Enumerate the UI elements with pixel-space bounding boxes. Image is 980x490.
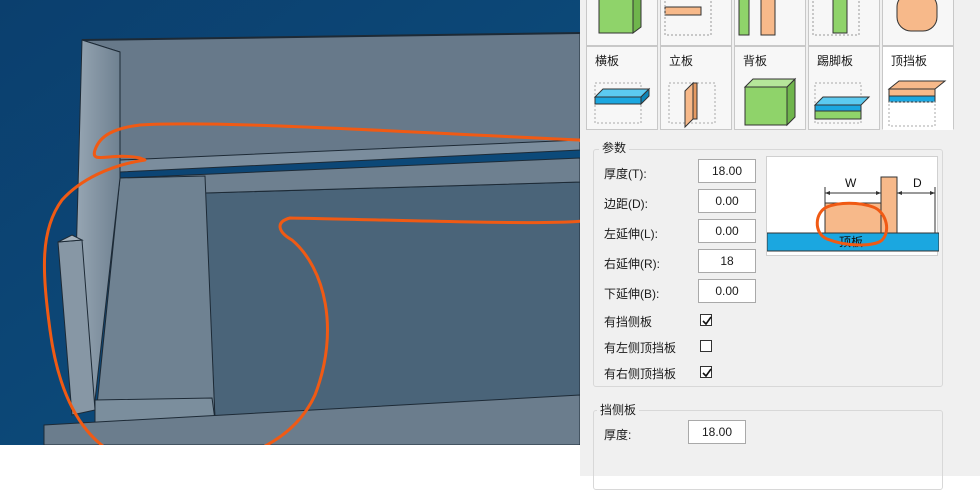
property-panel: 横板 立板 背板 踢脚板 顶挡板 参数 厚度(T): 18.00 边距(D): … <box>580 0 980 490</box>
checkmark-icon <box>702 368 712 378</box>
tab-top-4[interactable] <box>808 0 880 46</box>
tab-back-board[interactable]: 背板 <box>734 46 806 130</box>
thickness-input[interactable]: 18.00 <box>698 159 756 183</box>
left-extend-input[interactable]: 0.00 <box>698 219 756 243</box>
has-side-board-checkbox[interactable] <box>700 314 712 326</box>
vertical-board-icon <box>738 0 776 36</box>
green-cube-icon <box>598 0 642 34</box>
bottom-extend-input[interactable]: 0.00 <box>698 279 756 303</box>
side-board-group <box>593 410 943 490</box>
has-side-board-label: 有挡侧板 <box>604 315 653 329</box>
tab-top-1[interactable] <box>586 0 658 46</box>
horizontal-board-icon <box>664 0 712 36</box>
3d-viewport[interactable] <box>0 0 580 445</box>
cylinder-board-icon <box>896 0 938 32</box>
has-right-top-baffle-checkbox[interactable] <box>700 366 712 378</box>
params-group-title: 参数 <box>599 139 630 156</box>
parameter-diagram: W D 顶板 <box>766 156 940 256</box>
d-label: D <box>913 176 922 190</box>
right-extend-input[interactable]: 18 <box>698 249 756 273</box>
top-baffle-icon <box>887 80 947 127</box>
tab-top-3[interactable] <box>734 0 806 46</box>
left-extend-label: 左延伸(L): <box>604 227 659 241</box>
cabinet-model-view[interactable] <box>0 0 580 445</box>
checkmark-icon <box>702 316 712 326</box>
bottom-extend-label: 下延伸(B): <box>604 287 660 301</box>
tab-vertical-board[interactable]: 立板 <box>660 46 732 130</box>
side-board-group-title: 挡侧板 <box>597 401 640 418</box>
tab-kick-board[interactable]: 踢脚板 <box>808 46 880 130</box>
tab-horizontal-board[interactable]: 横板 <box>586 46 658 130</box>
dashed-board-icon <box>812 0 860 36</box>
green-back-board-icon <box>743 77 797 127</box>
tab-top-2[interactable] <box>660 0 732 46</box>
tab-top-baffle[interactable]: 顶挡板 <box>882 46 954 130</box>
has-right-top-baffle-label: 有右侧顶挡板 <box>604 367 677 381</box>
right-extend-label: 右延伸(R): <box>604 257 660 271</box>
has-left-top-baffle-label: 有左侧顶挡板 <box>604 341 677 355</box>
bottom-panel <box>204 181 580 421</box>
thickness-label: 厚度(T): <box>604 167 647 181</box>
orange-vertical-board-icon <box>668 81 716 129</box>
w-label: W <box>845 176 857 190</box>
side-thickness-input[interactable]: 18.00 <box>688 420 746 444</box>
kick-board-icon <box>813 82 871 124</box>
side-thickness-label: 厚度: <box>604 428 632 442</box>
has-left-top-baffle-checkbox[interactable] <box>700 340 712 352</box>
margin-input[interactable]: 0.00 <box>698 189 756 213</box>
tab-top-5[interactable] <box>882 0 954 46</box>
blue-horizontal-board-icon <box>593 82 651 124</box>
margin-label: 边距(D): <box>604 197 648 211</box>
top-baffle-diagram: W D 顶板 <box>766 176 940 252</box>
